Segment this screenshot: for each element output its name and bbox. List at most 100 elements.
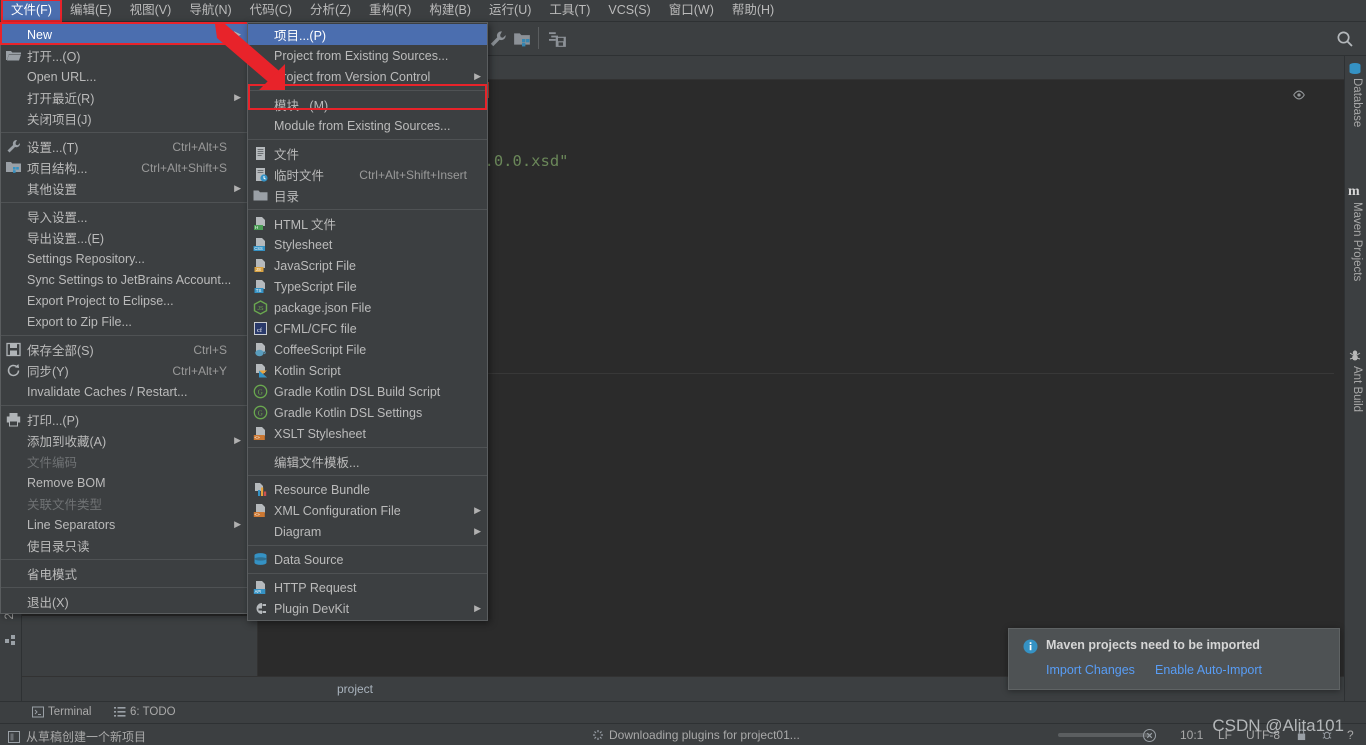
eye-icon[interactable] bbox=[1292, 88, 1306, 102]
cancel-icon[interactable] bbox=[1143, 729, 1156, 742]
file-menu-item-1[interactable]: 打开...(O) bbox=[1, 45, 247, 66]
new-submenu-item-8[interactable]: 临时文件 Ctrl+Alt+Shift+Insert bbox=[248, 164, 487, 185]
css-file-icon: CSS bbox=[253, 237, 268, 252]
file-menu-item-label: 关联文件类型 bbox=[27, 498, 103, 512]
tool-button-todo[interactable]: 6: TODO bbox=[114, 706, 176, 718]
new-submenu-item-0[interactable]: 项目...(P) bbox=[248, 24, 487, 45]
new-submenu-item-12[interactable]: CSS Stylesheet bbox=[248, 234, 487, 255]
menubar-item-5[interactable]: 分析(Z) bbox=[301, 0, 360, 21]
new-submenu-item-31[interactable]: API HTTP Request bbox=[248, 577, 487, 598]
new-submenu-item-29[interactable]: Data Source bbox=[248, 549, 487, 570]
menubar-item-11[interactable]: 窗口(W) bbox=[660, 0, 723, 21]
new-submenu-item-23[interactable]: 编辑文件模板... bbox=[248, 451, 487, 472]
new-submenu-item-13[interactable]: JS JavaScript File bbox=[248, 255, 487, 276]
menubar-item-3[interactable]: 导航(N) bbox=[180, 0, 240, 21]
menubar-item-8[interactable]: 运行(U) bbox=[480, 0, 540, 21]
new-submenu-item-label: HTTP Request bbox=[274, 580, 357, 595]
menubar-item-7[interactable]: 构建(B) bbox=[420, 0, 480, 21]
gradle-icon: G bbox=[253, 405, 268, 420]
new-submenu-item-18[interactable]: Kotlin Script bbox=[248, 360, 487, 381]
new-submenu-item-15[interactable]: JS package.json File bbox=[248, 297, 487, 318]
wrench-icon bbox=[6, 139, 21, 154]
new-submenu-item-4[interactable]: 模块...(M) bbox=[248, 94, 487, 115]
file-menu-item-4[interactable]: 关闭项目(J) bbox=[1, 108, 247, 129]
file-menu-item-label: Line Separators bbox=[27, 517, 116, 532]
file-menu-item-26[interactable]: Line Separators ▶ bbox=[1, 514, 247, 535]
file-menu-item-8[interactable]: 其他设置 ▶ bbox=[1, 178, 247, 199]
menubar-item-10[interactable]: VCS(S) bbox=[599, 0, 659, 21]
file-menu-item-shortcut: Ctrl+Alt+Shift+S bbox=[141, 160, 227, 175]
new-submenu-popup[interactable]: 项目...(P) Project from Existing Sources...… bbox=[247, 22, 488, 621]
file-menu-item-3[interactable]: 打开最近(R) ▶ bbox=[1, 87, 247, 108]
new-submenu-item-label: Gradle Kotlin DSL Settings bbox=[274, 405, 423, 420]
new-submenu-item-16[interactable]: cf CFML/CFC file bbox=[248, 318, 487, 339]
file-menu-item-11[interactable]: 导出设置...(E) bbox=[1, 227, 247, 248]
new-submenu-item-19[interactable]: G Gradle Kotlin DSL Build Script bbox=[248, 381, 487, 402]
new-submenu-separator bbox=[248, 209, 487, 210]
new-submenu-item-17[interactable]: CoffeeScript File bbox=[248, 339, 487, 360]
menubar-item-12[interactable]: 帮助(H) bbox=[723, 0, 783, 21]
file-menu-item-2[interactable]: Open URL... bbox=[1, 66, 247, 87]
new-submenu-separator bbox=[248, 90, 487, 91]
file-menu-item-10[interactable]: 导入设置... bbox=[1, 206, 247, 227]
sidebar-item-database[interactable]: Database bbox=[1351, 78, 1363, 127]
enable-auto-import-link[interactable]: Enable Auto-Import bbox=[1155, 663, 1262, 677]
new-submenu-item-5[interactable]: Module from Existing Sources... bbox=[248, 115, 487, 136]
file-menu-item-18[interactable]: 同步(Y) Ctrl+Alt+Y bbox=[1, 360, 247, 381]
new-submenu-item-32[interactable]: Plugin DevKit ▶ bbox=[248, 598, 487, 619]
structure-icon[interactable] bbox=[5, 633, 17, 645]
file-menu-item-29[interactable]: 省电模式 bbox=[1, 563, 247, 584]
search-icon[interactable] bbox=[1336, 30, 1354, 48]
new-submenu-item-21[interactable]: <> XSLT Stylesheet bbox=[248, 423, 487, 444]
wrench-icon[interactable] bbox=[489, 30, 507, 48]
new-submenu-item-26[interactable]: <> XML Configuration File ▶ bbox=[248, 500, 487, 521]
new-submenu-item-11[interactable]: H HTML 文件 bbox=[248, 213, 487, 234]
menubar-item-6[interactable]: 重构(R) bbox=[360, 0, 420, 21]
svg-text:JS: JS bbox=[256, 267, 261, 272]
file-menu-item-19[interactable]: Invalidate Caches / Restart... bbox=[1, 381, 247, 402]
caret-position[interactable]: 10:1 bbox=[1180, 728, 1203, 742]
file-menu-item-15[interactable]: Export to Zip File... bbox=[1, 311, 247, 332]
menubar-item-0[interactable]: 文件(F) bbox=[1, 0, 62, 22]
breadcrumb[interactable]: project bbox=[337, 682, 373, 696]
new-submenu-item-2[interactable]: Project from Version Control ▶ bbox=[248, 66, 487, 87]
project-structure-icon[interactable] bbox=[513, 30, 531, 48]
file-menu-item-13[interactable]: Sync Settings to JetBrains Account... bbox=[1, 269, 247, 290]
file-menu-item-label: Sync Settings to JetBrains Account... bbox=[27, 272, 232, 287]
file-menu-item-7[interactable]: 项目结构... Ctrl+Alt+Shift+S bbox=[1, 157, 247, 178]
new-submenu-item-25[interactable]: Resource Bundle bbox=[248, 479, 487, 500]
chevron-right-icon: ▶ bbox=[234, 435, 241, 445]
import-changes-link[interactable]: Import Changes bbox=[1046, 663, 1135, 677]
sidebar-item-ant-build[interactable]: Ant Build bbox=[1351, 366, 1363, 412]
sidebar-item-maven-projects[interactable]: Maven Projects bbox=[1351, 202, 1363, 281]
menubar-item-9[interactable]: 工具(T) bbox=[540, 0, 599, 21]
file-menu-item-27[interactable]: 使目录只读 bbox=[1, 535, 247, 556]
file-menu-item-label: 添加到收藏(A) bbox=[27, 435, 107, 449]
new-submenu-item-14[interactable]: TS TypeScript File bbox=[248, 276, 487, 297]
new-submenu-separator bbox=[248, 545, 487, 546]
sync-settings-icon[interactable] bbox=[549, 30, 567, 48]
new-submenu-item-label: JavaScript File bbox=[274, 258, 356, 273]
file-menu-item-14[interactable]: Export Project to Eclipse... bbox=[1, 290, 247, 311]
menubar-item-4[interactable]: 代码(C) bbox=[241, 0, 301, 21]
new-submenu-item-27[interactable]: Diagram ▶ bbox=[248, 521, 487, 542]
new-submenu-item-1[interactable]: Project from Existing Sources... bbox=[248, 45, 487, 66]
menubar-item-2[interactable]: 视图(V) bbox=[121, 0, 181, 21]
menubar-item-1[interactable]: 编辑(E) bbox=[61, 0, 121, 21]
new-submenu-item-7[interactable]: 文件 bbox=[248, 143, 487, 164]
file-menu-popup[interactable]: New ▶ 打开...(O) Open URL... 打开最近(R) ▶ 关闭项目(J) 设置… bbox=[0, 22, 250, 614]
file-menu-item-0[interactable]: New ▶ bbox=[1, 24, 247, 45]
file-menu-item-31[interactable]: 退出(X) bbox=[1, 591, 247, 612]
file-menu-item-22[interactable]: 添加到收藏(A) ▶ bbox=[1, 430, 247, 451]
file-menu-item-21[interactable]: 打印...(P) bbox=[1, 409, 247, 430]
new-submenu-item-20[interactable]: G Gradle Kotlin DSL Settings bbox=[248, 402, 487, 423]
svg-text:<>: <> bbox=[254, 512, 260, 517]
help-icon[interactable]: ? bbox=[1347, 728, 1354, 742]
tool-button-terminal[interactable]: Terminal bbox=[32, 706, 91, 718]
file-menu-item-24[interactable]: Remove BOM bbox=[1, 472, 247, 493]
new-submenu-item-9[interactable]: 目录 bbox=[248, 185, 487, 206]
ts-file-icon: TS bbox=[253, 279, 268, 294]
file-menu-item-6[interactable]: 设置...(T) Ctrl+Alt+S bbox=[1, 136, 247, 157]
file-menu-item-12[interactable]: Settings Repository... bbox=[1, 248, 247, 269]
file-menu-item-17[interactable]: 保存全部(S) Ctrl+S bbox=[1, 339, 247, 360]
